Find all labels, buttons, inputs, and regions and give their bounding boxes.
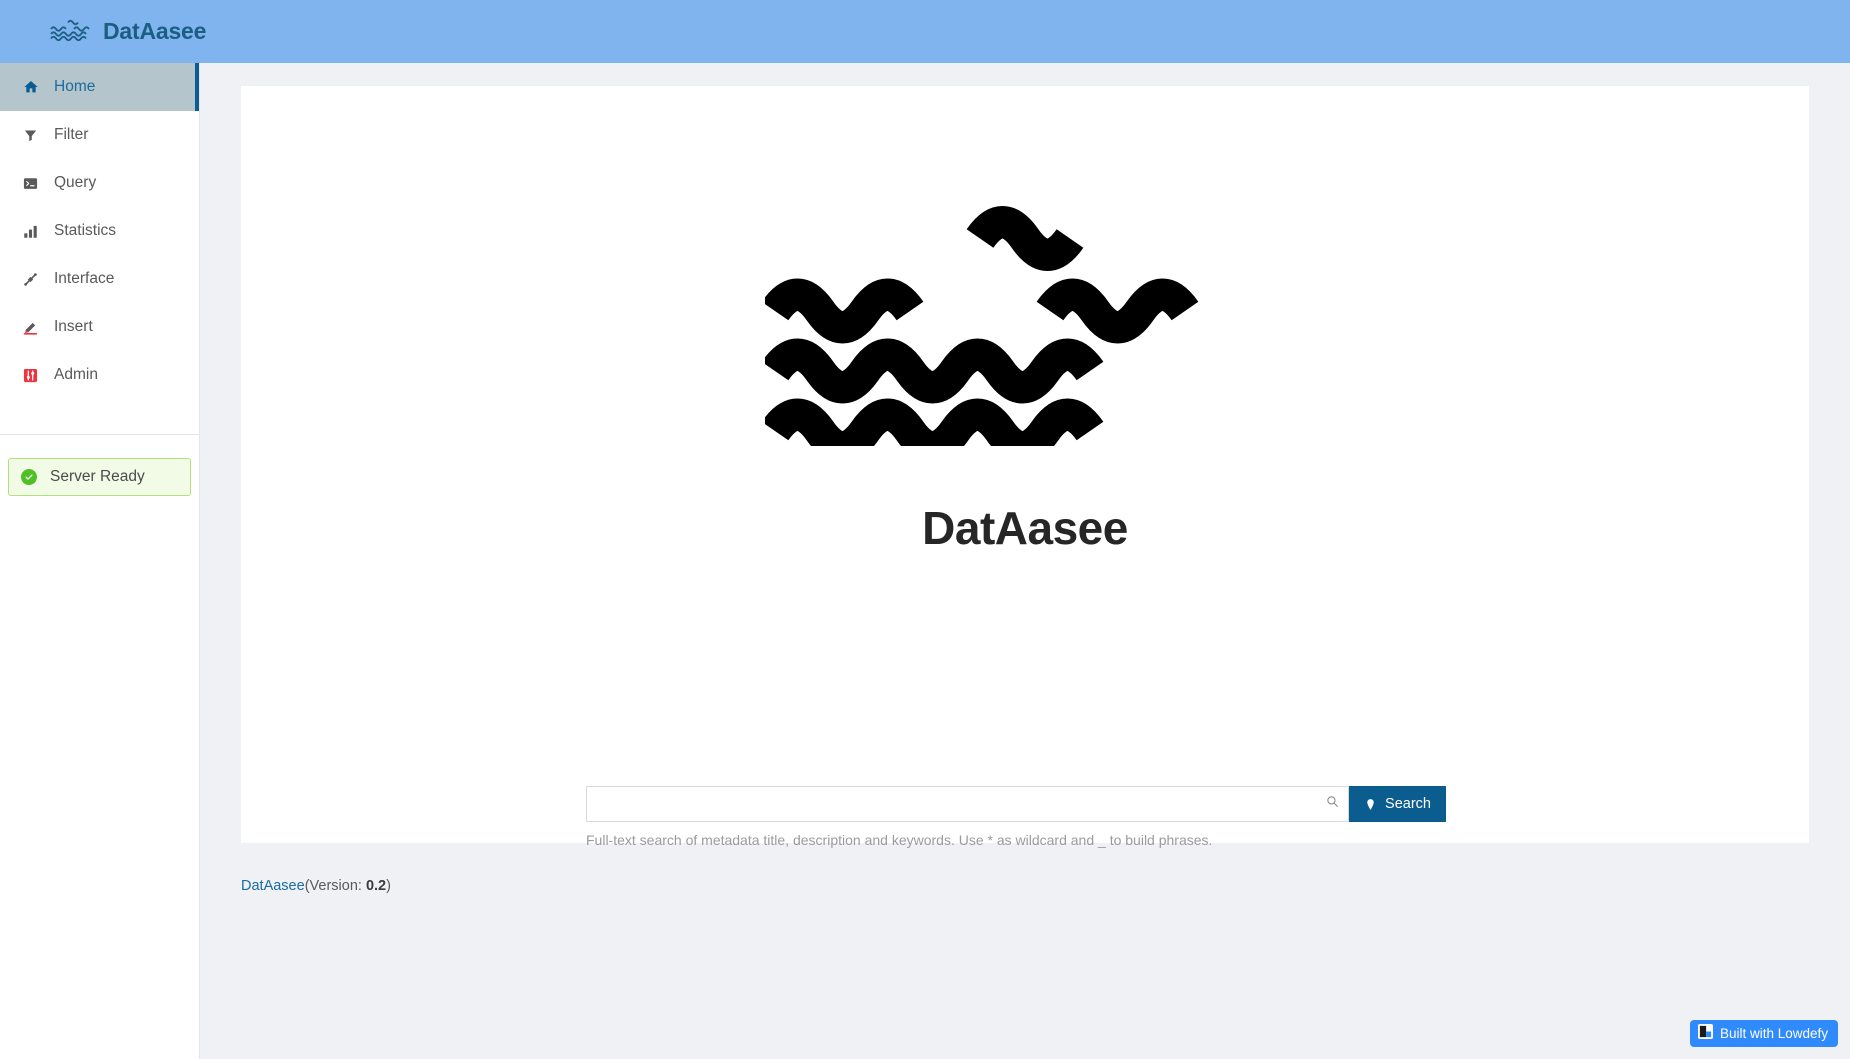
pencil-icon bbox=[22, 319, 39, 336]
plug-icon bbox=[22, 271, 39, 288]
sidebar-item-interface[interactable]: Interface bbox=[0, 255, 199, 303]
search-block: Search Full-text search of metadata titl… bbox=[586, 786, 1446, 849]
bar-chart-icon bbox=[22, 223, 39, 240]
sidebar-item-label: Admin bbox=[54, 366, 98, 384]
main-region: DatAasee Search Full-text search of meta… bbox=[200, 63, 1850, 1059]
sidebar-item-label: Interface bbox=[54, 270, 115, 288]
sidebar-item-filter[interactable]: Filter bbox=[0, 111, 199, 159]
app-header: DatAasee bbox=[0, 0, 1850, 63]
sidebar-item-label: Query bbox=[54, 174, 97, 192]
sidebar-item-label: Insert bbox=[54, 318, 93, 336]
check-circle-icon bbox=[21, 469, 37, 485]
hero-block: DatAasee bbox=[241, 86, 1809, 582]
search-help-text: Full-text search of metadata title, desc… bbox=[586, 832, 1213, 848]
funnel-icon bbox=[22, 127, 39, 144]
brand-wordmark: DatAasee bbox=[103, 18, 207, 44]
sidebar-item-label: Home bbox=[54, 78, 96, 96]
sidebar-item-label: Statistics bbox=[54, 222, 117, 240]
page-title: DatAasee bbox=[922, 502, 1128, 554]
lowdefy-badge[interactable]: Built with Lowdefy bbox=[1689, 1020, 1838, 1047]
sidebar: Home Filter Query Statistics Interface I… bbox=[0, 63, 200, 1059]
search-input[interactable] bbox=[587, 787, 1349, 821]
search-button[interactable]: Search bbox=[1349, 786, 1446, 822]
sidebar-item-query[interactable]: Query bbox=[0, 159, 199, 207]
brand-logo-link[interactable]: DatAasee bbox=[48, 17, 206, 46]
sidebar-item-admin[interactable]: Admin bbox=[0, 351, 199, 399]
sidebar-divider bbox=[0, 434, 199, 435]
server-status-badge: Server Ready bbox=[8, 458, 191, 496]
server-status-label: Server Ready bbox=[50, 468, 145, 486]
search-pin-icon bbox=[1364, 798, 1377, 811]
lowdefy-logo-icon bbox=[1697, 1023, 1713, 1044]
footer-project-link[interactable]: DatAasee bbox=[241, 878, 305, 894]
wave-logo-icon bbox=[761, 196, 1285, 464]
sidebar-item-insert[interactable]: Insert bbox=[0, 303, 199, 351]
wave-logo-icon bbox=[48, 17, 96, 46]
sliders-icon bbox=[22, 367, 39, 384]
lowdefy-badge-label: Built with Lowdefy bbox=[1719, 1025, 1828, 1041]
search-button-label: Search bbox=[1385, 796, 1431, 812]
footer-version-value: 0.2 bbox=[365, 878, 387, 894]
home-icon bbox=[22, 79, 39, 96]
sidebar-item-statistics[interactable]: Statistics bbox=[0, 207, 199, 255]
page-footer: DatAasee(Version: 0.2) bbox=[241, 878, 391, 895]
sidebar-item-home[interactable]: Home bbox=[0, 63, 199, 111]
home-card: DatAasee Search Full-text search of meta… bbox=[241, 86, 1809, 848]
footer-version-prefix: (Version: bbox=[304, 878, 366, 894]
search-row: Search bbox=[586, 786, 1446, 822]
terminal-icon bbox=[22, 175, 39, 192]
sidebar-item-label: Filter bbox=[54, 126, 89, 144]
footer-version-suffix: ) bbox=[386, 878, 391, 894]
search-input-wrap bbox=[586, 786, 1350, 822]
